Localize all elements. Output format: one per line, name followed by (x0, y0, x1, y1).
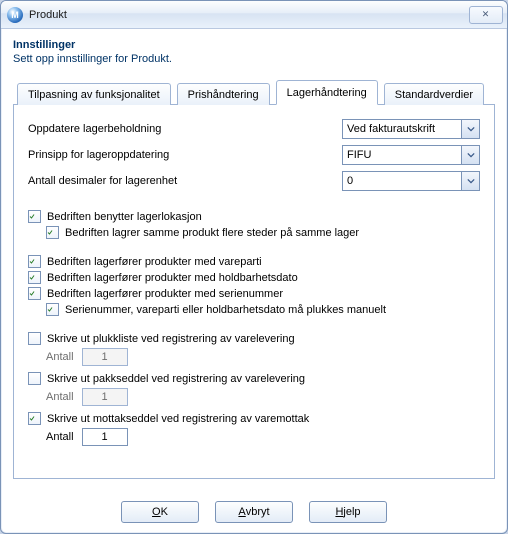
label-samme-produkt: Bedriften lagrer samme produkt flere ste… (65, 227, 359, 239)
header-block: Innstillinger Sett opp innstillinger for… (13, 39, 495, 65)
checkbox-holdbarhetsdato[interactable] (28, 271, 41, 284)
combo-prinsipp[interactable]: FIFU (342, 145, 480, 165)
cancel-button[interactable]: Avbryt (215, 501, 293, 523)
label-mottakseddel: Skrive ut mottakseddel ved registrering … (47, 413, 309, 425)
chevron-down-icon[interactable] (461, 120, 479, 138)
label-desimaler: Antall desimaler for lagerenhet (28, 175, 342, 187)
content-area: Innstillinger Sett opp innstillinger for… (1, 29, 507, 479)
input-plukkliste-antall: 1 (82, 348, 128, 366)
checkbox-lagerlokasjon[interactable] (28, 210, 41, 223)
label-serienummer: Bedriften lagerfører produkter med serie… (47, 288, 283, 300)
tab-tilpasning[interactable]: Tilpasning av funksjonalitet (17, 83, 171, 105)
dialog-window: M Produkt ✕ Innstillinger Sett opp innst… (0, 0, 508, 534)
button-bar: OK Avbryt Hjelp (1, 501, 507, 523)
header-subtitle: Sett opp innstillinger for Produkt. (13, 53, 172, 65)
combo-oppdatere[interactable]: Ved fakturautskrift (342, 119, 480, 139)
label-prinsipp: Prinsipp for lageroppdatering (28, 149, 342, 161)
chevron-down-icon[interactable] (461, 146, 479, 164)
input-pakkseddel-antall: 1 (82, 388, 128, 406)
checkbox-plukkes-manuelt[interactable] (46, 303, 59, 316)
close-button[interactable]: ✕ (469, 6, 503, 24)
label-plukkliste-antall: Antall (46, 351, 74, 363)
tab-prishandtering[interactable]: Prishåndtering (177, 83, 270, 105)
checkbox-samme-produkt[interactable] (46, 226, 59, 239)
label-plukkes-manuelt: Serienummer, vareparti eller holdbarhets… (65, 304, 386, 316)
header-title: Innstillinger (13, 39, 172, 51)
label-holdbarhetsdato: Bedriften lagerfører produkter med holdb… (47, 272, 298, 284)
label-pakkseddel-antall: Antall (46, 391, 74, 403)
tab-strip: Tilpasning av funksjonalitet Prishåndter… (13, 79, 495, 105)
app-icon: M (7, 7, 23, 23)
combo-prinsipp-value: FIFU (343, 149, 461, 161)
checkbox-pakkseddel[interactable] (28, 372, 41, 385)
label-oppdatere: Oppdatere lagerbeholdning (28, 123, 342, 135)
label-mottakseddel-antall: Antall (46, 431, 74, 443)
combo-desimaler-value: 0 (343, 175, 461, 187)
label-plukkliste: Skrive ut plukkliste ved registrering av… (47, 333, 295, 345)
combo-desimaler[interactable]: 0 (342, 171, 480, 191)
help-button[interactable]: Hjelp (309, 501, 387, 523)
tab-lagerhandtering[interactable]: Lagerhåndtering (276, 80, 378, 105)
checkbox-serienummer[interactable] (28, 287, 41, 300)
titlebar: M Produkt ✕ (1, 1, 507, 29)
label-vareparti: Bedriften lagerfører produkter med varep… (47, 256, 262, 268)
checkbox-vareparti[interactable] (28, 255, 41, 268)
label-pakkseddel: Skrive ut pakkseddel ved registrering av… (47, 373, 305, 385)
window-title: Produkt (29, 9, 469, 21)
checkbox-mottakseddel[interactable] (28, 412, 41, 425)
input-mottakseddel-antall[interactable]: 1 (82, 428, 128, 446)
label-lagerlokasjon: Bedriften benytter lagerlokasjon (47, 211, 202, 223)
tab-panel: Oppdatere lagerbeholdning Ved fakturauts… (13, 105, 495, 479)
chevron-down-icon[interactable] (461, 172, 479, 190)
combo-oppdatere-value: Ved fakturautskrift (343, 123, 461, 135)
checkbox-plukkliste[interactable] (28, 332, 41, 345)
tab-standardverdier[interactable]: Standardverdier (384, 83, 484, 105)
ok-button[interactable]: OK (121, 501, 199, 523)
